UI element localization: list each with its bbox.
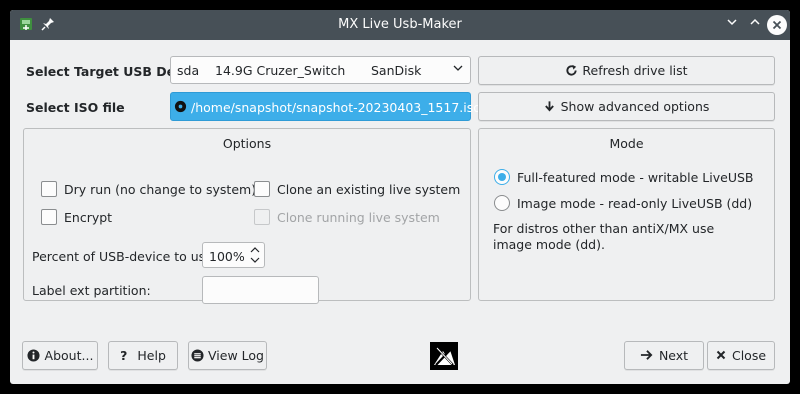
dry-run-label: Dry run (no change to system) [64, 182, 257, 197]
info-icon [27, 349, 40, 362]
title-bar: MX Live Usb-Maker [10, 10, 790, 40]
options-title: Options [222, 136, 272, 151]
target-device-select[interactable]: sda 14.9G Cruzer_Switch SanDisk [170, 56, 471, 84]
arrow-right-icon [640, 350, 653, 360]
label-ext-label: Label ext partition: [32, 283, 151, 298]
iso-file-button[interactable]: /home/snapshot/snapshot-20230403_1517.is… [170, 92, 481, 121]
close-button[interactable]: Close [707, 341, 775, 370]
mode-note: For distros other than antiX/MX use imag… [493, 221, 715, 252]
mode-group: Mode Full-featured mode - writable LiveU… [478, 128, 775, 301]
log-icon [191, 349, 204, 362]
iso-file-label: Select ISO file [26, 100, 125, 115]
mode-title: Mode [609, 136, 644, 151]
percent-label: Percent of USB-device to use: [32, 249, 218, 264]
help-label: Help [137, 348, 166, 363]
encrypt-checkbox[interactable] [41, 209, 57, 225]
image-mode-label: Image mode - read-only LiveUSB (dd) [517, 196, 753, 211]
full-featured-radio[interactable] [494, 169, 510, 185]
next-button[interactable]: Next [624, 341, 704, 370]
close-label: Close [731, 348, 767, 363]
clone-existing-label: Clone an existing live system [277, 182, 461, 197]
arrow-down-icon [544, 101, 554, 112]
spin-up-icon[interactable] [250, 246, 260, 254]
dry-run-checkbox[interactable] [41, 181, 57, 197]
chevron-down-icon [453, 65, 463, 71]
clone-running-checkbox [254, 209, 270, 225]
options-group: Options Dry run (no change to system) Cl… [23, 128, 471, 304]
clone-running-label: Clone running live system [277, 210, 440, 225]
close-icon [772, 20, 782, 30]
percent-spinbox[interactable]: 100% [202, 242, 265, 268]
about-label: About... [44, 348, 94, 363]
minimize-button[interactable] [722, 15, 742, 35]
full-featured-label: Full-featured mode - writable LiveUSB [517, 170, 754, 185]
percent-value: 100% [209, 249, 245, 264]
device-name: sda [177, 63, 200, 78]
refresh-drive-list-button[interactable]: Refresh drive list [478, 56, 775, 85]
app-window: MX Live Usb-Maker Select Target USB Devi… [10, 10, 790, 384]
refresh-label: Refresh drive list [582, 63, 688, 78]
refresh-icon [566, 64, 578, 76]
device-size-model: 14.9G Cruzer_Switch [215, 63, 346, 78]
disc-icon [174, 100, 187, 113]
chevron-up-icon [750, 18, 760, 25]
close-icon [716, 350, 726, 360]
chevron-down-icon [727, 19, 737, 26]
iso-path: /home/snapshot/snapshot-20230403_1517.is… [191, 100, 481, 115]
show-advanced-options-button[interactable]: Show advanced options [478, 92, 775, 121]
maximize-button[interactable] [745, 15, 765, 35]
advanced-label: Show advanced options [560, 99, 710, 114]
device-vendor: SanDisk [371, 63, 422, 78]
label-ext-input[interactable] [202, 276, 319, 304]
help-button[interactable]: ? Help [108, 341, 178, 370]
mx-logo-icon [430, 342, 458, 370]
image-mode-radio[interactable] [494, 195, 510, 211]
window-title: MX Live Usb-Maker [338, 17, 462, 32]
clone-existing-checkbox[interactable] [254, 181, 270, 197]
view-log-button[interactable]: View Log [188, 341, 267, 370]
about-button[interactable]: About... [22, 341, 98, 370]
next-label: Next [658, 348, 689, 363]
close-window-button[interactable] [767, 15, 787, 35]
question-mark-icon: ? [120, 348, 128, 363]
spin-down-icon[interactable] [250, 256, 260, 264]
encrypt-label: Encrypt [64, 210, 113, 225]
view-log-label: View Log [208, 348, 264, 363]
